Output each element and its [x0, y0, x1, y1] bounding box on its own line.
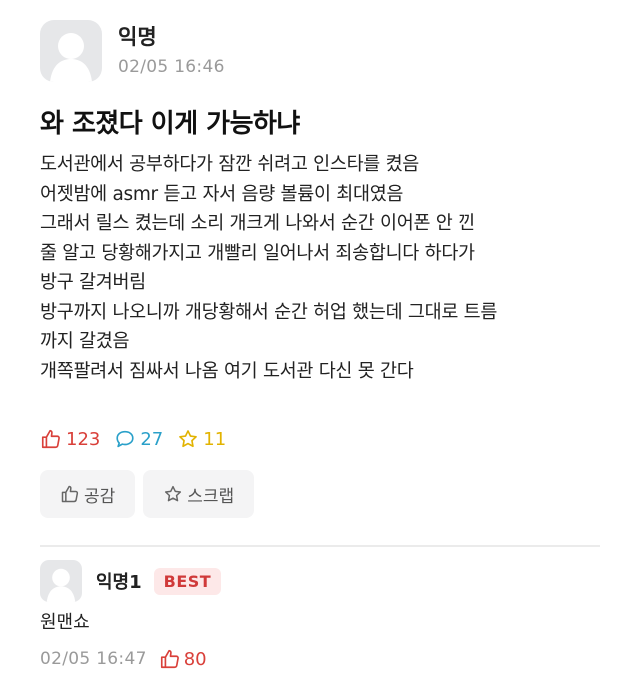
post-body-line: 도서관에서 공부하다가 잠깐 쉬려고 인스타를 켰음 [40, 154, 420, 175]
post-stats: 123 27 11 [40, 428, 240, 450]
thumbs-up-icon [41, 429, 60, 449]
comment-header: 익명1 BEST [40, 560, 222, 602]
post-timestamp: 02/05 16:46 [118, 57, 225, 77]
post-body: 도서관에서 공부하다가 잠깐 쉬려고 인스타를 켰음 어젯밤에 asmr 듣고 … [40, 150, 600, 386]
post-body-line: 개쪽팔려서 짐싸서 나옴 여기 도서관 다신 못 간다 [40, 360, 414, 382]
star-icon [179, 430, 198, 448]
post-body-line: 어젯밤에 asmr 듣고 자서 음량 볼륨이 최대였음 [40, 183, 404, 205]
comment-timestamp: 02/05 16:47 [40, 649, 147, 669]
author-block: 익명 02/05 16:46 [118, 24, 225, 77]
comment-meta: 02/05 16:47 80 [40, 648, 207, 670]
speech-bubble-icon [116, 430, 134, 448]
comment-like-count: 80 [183, 648, 207, 670]
post-body-line: 그래서 릴스 켰는데 소리 개크게 나와서 순간 이어폰 안 낀 [40, 213, 475, 234]
post-body-line: 방구 갈겨버림 [40, 272, 146, 293]
post-author-name[interactable]: 익명 [118, 24, 225, 50]
post-title: 와 조졌다 이게 가능하냐 [40, 109, 300, 139]
comment-like-button[interactable]: 80 [159, 648, 207, 670]
star-icon [165, 485, 182, 502]
avatar-icon[interactable] [40, 20, 102, 82]
divider [40, 545, 600, 547]
post-body-line: 방구까지 나오니까 개당황해서 순간 허업 했는데 그대로 트름 [40, 301, 498, 323]
scrap-button[interactable]: 스크랩 [143, 470, 255, 518]
comment-count-value: 27 [140, 428, 164, 450]
scrap-button-label: 스크랩 [187, 486, 235, 507]
thumbs-up-icon [61, 485, 79, 503]
scrap-count-value: 11 [203, 428, 227, 450]
comment-author-name[interactable]: 익명1 [96, 568, 142, 594]
like-button[interactable]: 공감 [40, 470, 136, 518]
like-count: 123 [40, 428, 100, 450]
scrap-count: 11 [177, 428, 226, 450]
post-actions: 공감 스크랩 [40, 470, 262, 518]
post-body-line: 까지 갈겼음 [40, 331, 130, 352]
post-header: 익명 02/05 16:46 [40, 20, 225, 82]
avatar-icon[interactable] [40, 560, 82, 602]
thumbs-up-icon [160, 649, 179, 669]
post-body-line: 줄 알고 당황해가지고 개빨리 일어나서 죄송합니다 하다가 [40, 242, 475, 264]
comment-text: 원맨쇼 [40, 612, 90, 633]
comment-count: 27 [114, 428, 163, 450]
user-avatar-icon [50, 33, 92, 82]
user-avatar-icon [46, 568, 76, 602]
like-button-label: 공감 [84, 486, 116, 507]
best-badge: BEST [153, 567, 222, 595]
like-count-value: 123 [66, 428, 101, 450]
